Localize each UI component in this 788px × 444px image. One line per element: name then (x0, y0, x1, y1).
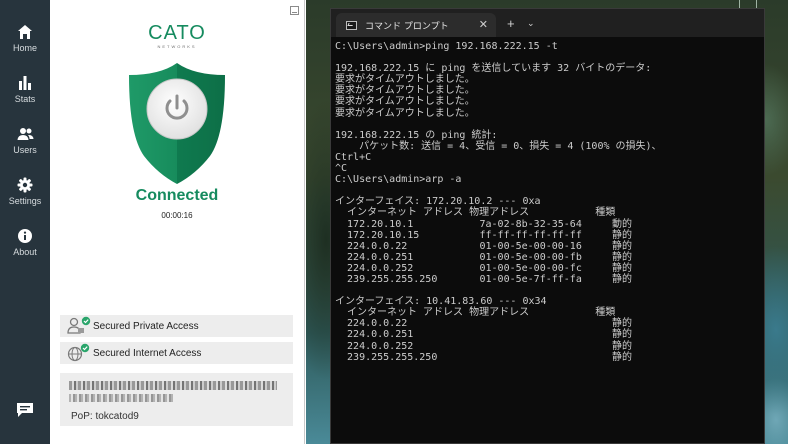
terminal-line: C:\Users\admin>arp -a (335, 174, 462, 186)
access-label: Secured Private Access (93, 320, 199, 332)
terminal-line: 要求がタイムアウトしました。 (335, 107, 475, 119)
redacted-account-detail (69, 394, 173, 402)
new-tab-button[interactable]: + (507, 16, 515, 31)
terminal-output[interactable]: C:\Users\admin>ping 192.168.222.15 -t 192… (335, 41, 761, 441)
info-icon (18, 229, 32, 243)
terminal-line: C:\Users\admin>ping 192.168.222.15 -t (335, 41, 558, 52)
check-badge-icon (81, 316, 91, 326)
title-bar: コマンド プロンプト ✕ + ⌄ (331, 9, 764, 37)
sidebar-item-label: Stats (14, 94, 36, 104)
tab-dropdown-button[interactable]: ⌄ (527, 18, 535, 29)
sidebar-item-stats[interactable]: Stats (0, 75, 50, 119)
terminal-icon (346, 20, 357, 30)
connection-timer: 00:00:16 (161, 211, 193, 220)
terminal-line: 224.0.0.251 静的 (335, 329, 632, 341)
sidebar-item-label: Users (13, 145, 37, 155)
redacted-account-name (69, 381, 277, 390)
secured-internet-access-row[interactable]: Secured Internet Access (60, 342, 293, 364)
sidebar-item-label: Settings (8, 196, 42, 206)
connection-status: Connected (135, 187, 219, 204)
terminal-line: インターネット アドレス 物理アドレス 種類 (335, 307, 616, 319)
home-icon (18, 25, 32, 39)
cato-logo: CATO NETWORKS (148, 22, 206, 49)
terminal-line: 224.0.0.252 静的 (335, 340, 632, 352)
terminal-line: 224.0.0.252 01-00-5e-00-00-fc 静的 (335, 262, 632, 274)
terminal-line: 192.168.222.15 の ping 統計: (335, 129, 498, 141)
terminal-line: 172.20.10.1 7a-02-8b-32-35-64 動的 (335, 218, 632, 230)
sidebar-item-users[interactable]: Users (0, 126, 50, 170)
users-icon (17, 128, 33, 140)
account-info: PoP: tokcatod9 (60, 373, 293, 426)
terminal-line: インターフェイス: 10.41.83.60 --- 0x34 (335, 296, 547, 308)
pop-label: PoP: tokcatod9 (71, 411, 139, 422)
terminal-line: ^C (335, 163, 348, 175)
chat-button[interactable] (0, 402, 50, 424)
terminal-line: 192.168.222.15 に ping を送信しています 32 バイトのデー… (335, 63, 652, 75)
access-label: Secured Internet Access (93, 347, 202, 359)
terminal-line: 172.20.10.15 ff-ff-ff-ff-ff-ff 静的 (335, 229, 632, 241)
tab-command-prompt[interactable]: コマンド プロンプト ✕ (336, 13, 496, 37)
sidebar-item-about[interactable]: About (0, 228, 50, 272)
gear-icon (17, 177, 33, 193)
private-access-icon (66, 315, 92, 337)
connect-shield-button[interactable] (124, 60, 230, 186)
terminal-line: 224.0.0.251 01-00-5e-00-00-fb 静的 (335, 251, 632, 263)
globe-icon (66, 342, 92, 364)
minimize-button[interactable] (290, 6, 299, 15)
terminal-line: 239.255.255.250 01-00-5e-7f-ff-fa 静的 (335, 273, 632, 285)
sidebar-nav: Home Stats Users Settings About (0, 0, 50, 444)
terminal-line: 239.255.255.250 静的 (335, 351, 632, 363)
terminal-line: Ctrl+C (335, 151, 372, 163)
cato-client-window: Home Stats Users Settings About CATO NET… (0, 0, 305, 444)
sidebar-item-label: About (13, 247, 37, 257)
terminal-line: 要求がタイムアウトしました。 (335, 74, 475, 86)
sidebar-item-label: Home (12, 43, 37, 53)
secured-private-access-row[interactable]: Secured Private Access (60, 315, 293, 337)
terminal-line: 224.0.0.22 静的 (335, 318, 632, 330)
sidebar-item-settings[interactable]: Settings (0, 177, 50, 221)
close-tab-button[interactable]: ✕ (479, 18, 488, 31)
bar-chart-icon (19, 76, 31, 90)
terminal-line: 要求がタイムアウトしました。 (335, 85, 475, 97)
terminal-line: インターネット アドレス 物理アドレス 種類 (335, 207, 616, 219)
sidebar-item-home[interactable]: Home (0, 24, 50, 68)
chat-icon (17, 403, 33, 417)
terminal-line: 要求がタイムアウトしました。 (335, 96, 475, 108)
command-prompt-window: コマンド プロンプト ✕ + ⌄ C:\Users\admin>ping 192… (330, 8, 765, 444)
terminal-line: 224.0.0.22 01-00-5e-00-00-16 静的 (335, 240, 632, 252)
terminal-line: インターフェイス: 172.20.10.2 --- 0xa (335, 196, 541, 208)
tab-title: コマンド プロンプト (365, 21, 449, 32)
terminal-line: パケット数: 送信 = 4、受信 = 0、損失 = 4 (100% の損失)、 (335, 140, 662, 152)
